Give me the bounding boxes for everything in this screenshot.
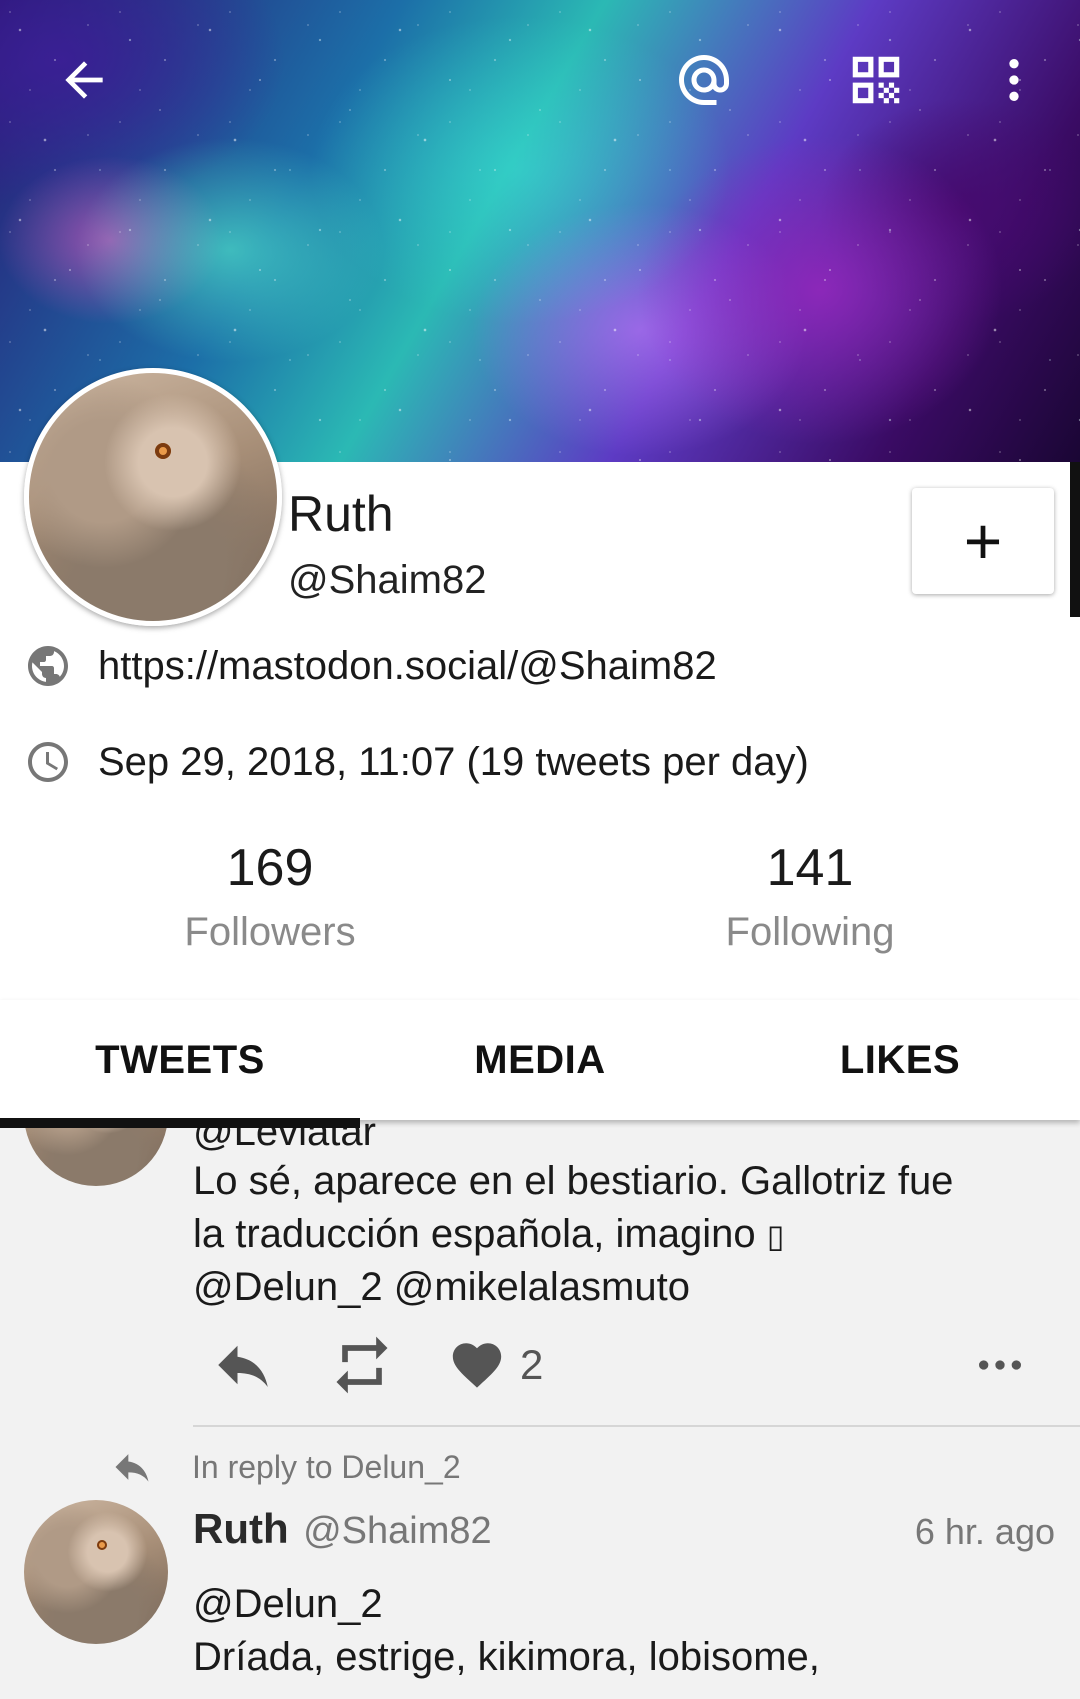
like-button[interactable]: 2: [448, 1330, 543, 1400]
followers-label: Followers: [184, 910, 356, 954]
tab-likes[interactable]: LIKES: [720, 1000, 1080, 1120]
post-text-fragment: la traducción española, imagino: [193, 1212, 767, 1256]
at-sign-icon: [679, 55, 729, 105]
mention-button[interactable]: [664, 40, 744, 120]
profile-tabs: TWEETS MEDIA LIKES: [0, 1000, 1080, 1128]
qr-code-button[interactable]: [836, 40, 916, 120]
globe-icon: [24, 642, 72, 690]
website-row[interactable]: https://mastodon.social/@Shaim82: [24, 642, 717, 690]
following-count: 141: [766, 839, 854, 897]
post-text-line: Dríada, estrige, kikimora, lobisome,: [193, 1635, 820, 1679]
joined-row: Sep 29, 2018, 11:07 (19 tweets per day): [24, 738, 809, 786]
joined-date: Sep 29, 2018, 11:07 (19 tweets per day): [98, 739, 809, 784]
post-author-handle[interactable]: @Shaim82: [303, 1510, 492, 1552]
reply-icon: [115, 1454, 149, 1482]
retweet-icon: [336, 1336, 388, 1394]
heart-icon: [452, 1343, 502, 1388]
website-link[interactable]: https://mastodon.social/@Shaim82: [98, 644, 717, 689]
followers-stat[interactable]: 169 Followers: [120, 838, 420, 955]
tweet-feed[interactable]: @Leviatar Lo sé, aparece en el bestiario…: [0, 1120, 1080, 1699]
following-label: Following: [725, 910, 895, 954]
follow-button[interactable]: +: [912, 488, 1054, 594]
post-author-name[interactable]: Ruth: [193, 1505, 289, 1552]
clock-icon: [24, 738, 72, 786]
following-stat[interactable]: 141 Following: [660, 838, 960, 955]
post-more-button[interactable]: [972, 1330, 1028, 1400]
more-vert-icon: [1009, 59, 1019, 101]
post-mention[interactable]: @Delun_2: [193, 1578, 383, 1631]
post-avatar[interactable]: [24, 1120, 168, 1186]
like-count: 2: [520, 1341, 544, 1388]
edge-divider: [1070, 462, 1080, 617]
arrow-back-icon: [65, 61, 103, 99]
in-reply-to-label: In reply to Delun_2: [192, 1448, 461, 1485]
avatar-eye: [97, 1540, 107, 1550]
avatar-eye: [155, 443, 171, 459]
reply-indicator: In reply to Delun_2: [110, 1445, 461, 1489]
overflow-menu-button[interactable]: [974, 40, 1054, 120]
post-timestamp: 6 hr. ago: [914, 1511, 1055, 1552]
back-button[interactable]: [44, 40, 124, 120]
post-text-line: Lo sé, aparece en el bestiario. Gallotri…: [193, 1159, 954, 1203]
post-text-line: la traducción española, imagino ▯: [193, 1208, 784, 1263]
profile-avatar[interactable]: [24, 368, 282, 626]
reply-button[interactable]: [210, 1330, 276, 1400]
more-horiz-icon: [979, 1360, 1021, 1370]
boost-button[interactable]: [328, 1330, 396, 1400]
post-divider: [193, 1425, 1080, 1427]
reply-icon: [218, 1345, 268, 1387]
tab-media[interactable]: MEDIA: [360, 1000, 720, 1120]
tab-tweets[interactable]: TWEETS: [0, 1000, 360, 1128]
followers-count: 169: [226, 839, 314, 897]
unsupported-emoji-glyph: ▯: [766, 1218, 785, 1254]
post-mentions[interactable]: @Delun_2 @mikelalasmuto: [193, 1261, 690, 1314]
post-actions: 2: [210, 1330, 1070, 1400]
username: @Shaim82: [288, 558, 487, 602]
qr-code-icon: [852, 56, 900, 104]
post-header: Ruth @Shaim82 6 hr. ago: [193, 1505, 1055, 1565]
profile-screen: Ruth @Shaim82 + https://mastodon.social/…: [0, 0, 1080, 1699]
display-name: Ruth: [288, 486, 394, 542]
post-avatar[interactable]: [24, 1500, 168, 1644]
